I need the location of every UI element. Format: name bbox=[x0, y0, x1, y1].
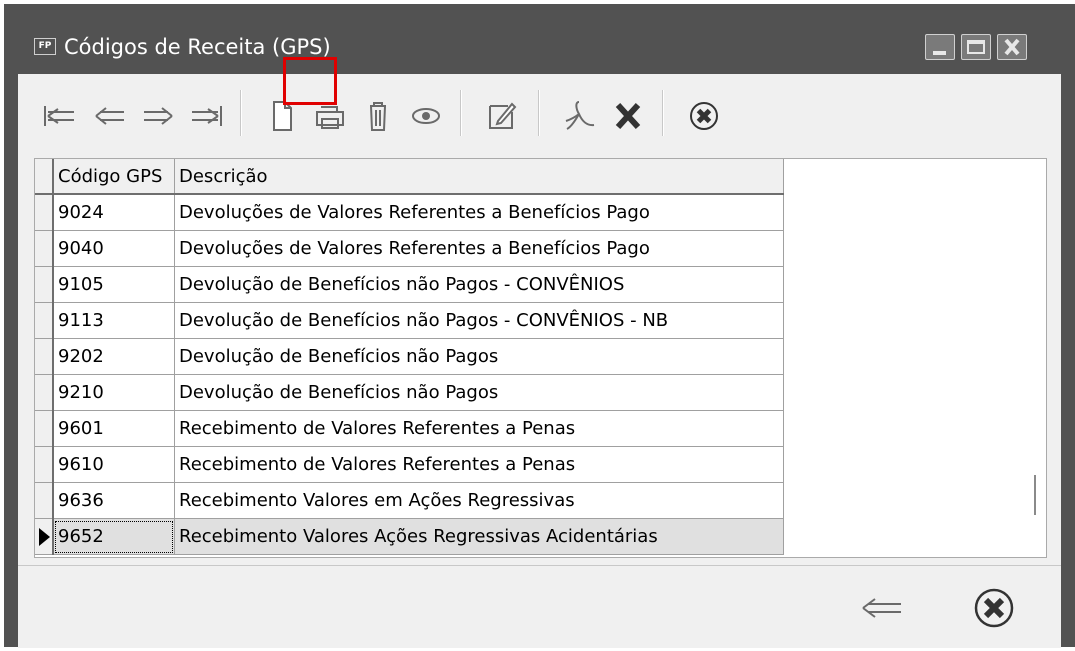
cell-code[interactable]: 9636 bbox=[53, 482, 175, 519]
edit-button[interactable] bbox=[480, 94, 524, 138]
first-record-icon bbox=[44, 106, 74, 126]
cell-description[interactable]: Devolução de Benefícios não Pagos - CONV… bbox=[174, 266, 784, 303]
pdf-icon bbox=[565, 101, 595, 130]
column-header-description[interactable]: Descrição bbox=[174, 159, 784, 195]
row-indicator[interactable] bbox=[35, 446, 54, 483]
toolbar-separator bbox=[662, 90, 664, 136]
print-icon bbox=[316, 106, 344, 129]
table-row[interactable]: 9610 Recebimento de Valores Referentes a … bbox=[35, 446, 784, 483]
toolbar bbox=[18, 74, 1061, 158]
close-circle-icon bbox=[974, 588, 1014, 628]
row-indicator[interactable] bbox=[35, 302, 54, 339]
bottom-bar bbox=[18, 565, 1061, 648]
cell-description[interactable]: Devolução de Benefícios não Pagos - CONV… bbox=[174, 302, 784, 339]
row-indicator[interactable] bbox=[35, 518, 54, 555]
cell-code[interactable]: 9210 bbox=[53, 374, 175, 411]
table-row[interactable]: 9652 Recebimento Valores Ações Regressiva… bbox=[35, 518, 784, 555]
row-indicator[interactable] bbox=[35, 410, 54, 447]
previous-record-icon bbox=[95, 107, 124, 125]
row-indicator[interactable] bbox=[35, 338, 54, 375]
table-row[interactable]: 9024 Devoluções de Valores Referentes a B… bbox=[35, 194, 784, 231]
table-row[interactable]: 9113 Devolução de Benefícios não Pagos - … bbox=[35, 302, 784, 339]
delete-button[interactable] bbox=[356, 94, 400, 138]
toolbar-separator bbox=[538, 90, 540, 136]
next-record-icon bbox=[144, 107, 173, 125]
edit-icon bbox=[489, 102, 517, 129]
data-grid[interactable]: Código GPS Descrição 9024 Devoluções de V… bbox=[34, 158, 1047, 558]
close-icon bbox=[1004, 38, 1020, 56]
cell-code[interactable]: 9652 bbox=[53, 518, 175, 555]
cell-description[interactable]: Recebimento Valores Ações Regressivas Ac… bbox=[174, 518, 784, 555]
cell-code[interactable]: 9040 bbox=[53, 230, 175, 267]
main-window: FP Códigos de Receita (GPS) Código GPS D… bbox=[4, 4, 1075, 648]
previous-record-button[interactable] bbox=[88, 94, 132, 138]
codes-table: Código GPS Descrição 9024 Devoluções de V… bbox=[35, 159, 784, 555]
row-indicator[interactable] bbox=[35, 482, 54, 519]
view-button[interactable] bbox=[404, 94, 448, 138]
cell-code[interactable]: 9202 bbox=[53, 338, 175, 375]
cell-code[interactable]: 9610 bbox=[53, 446, 175, 483]
excel-icon bbox=[615, 102, 641, 130]
next-record-button[interactable] bbox=[136, 94, 180, 138]
cell-description[interactable]: Devoluções de Valores Referentes a Benef… bbox=[174, 194, 784, 231]
close-dialog-button[interactable] bbox=[968, 582, 1020, 634]
highlight-box bbox=[283, 57, 337, 105]
table-row[interactable]: 9040 Devoluções de Valores Referentes a B… bbox=[35, 230, 784, 267]
cell-description[interactable]: Recebimento Valores em Ações Regressivas bbox=[174, 482, 784, 519]
cell-code[interactable]: 9024 bbox=[53, 194, 175, 231]
toolbar-separator bbox=[240, 90, 242, 136]
table-header-row: Código GPS Descrição bbox=[35, 159, 784, 195]
last-record-button[interactable] bbox=[184, 94, 228, 138]
cell-description[interactable]: Devolução de Benefícios não Pagos bbox=[174, 374, 784, 411]
vertical-scrollbar[interactable] bbox=[1034, 475, 1036, 515]
export-pdf-button[interactable] bbox=[558, 94, 602, 138]
maximize-icon bbox=[967, 40, 985, 54]
export-excel-button[interactable] bbox=[606, 94, 650, 138]
row-indicator[interactable] bbox=[35, 374, 54, 411]
cell-description[interactable]: Recebimento de Valores Referentes a Pena… bbox=[174, 410, 784, 447]
cell-description[interactable]: Devolução de Benefícios não Pagos bbox=[174, 338, 784, 375]
cell-code[interactable]: 9113 bbox=[53, 302, 175, 339]
last-record-icon bbox=[192, 106, 222, 126]
client-area: Código GPS Descrição 9024 Devoluções de V… bbox=[18, 74, 1061, 648]
cell-description[interactable]: Recebimento de Valores Referentes a Pena… bbox=[174, 446, 784, 483]
cell-description[interactable]: Devoluções de Valores Referentes a Benef… bbox=[174, 230, 784, 267]
close-toolbar-button[interactable] bbox=[682, 94, 726, 138]
row-indicator[interactable] bbox=[35, 266, 54, 303]
table-row[interactable]: 9636 Recebimento Valores em Ações Regress… bbox=[35, 482, 784, 519]
back-button[interactable] bbox=[856, 582, 908, 634]
cell-code[interactable]: 9601 bbox=[53, 410, 175, 447]
close-circle-icon bbox=[690, 102, 718, 130]
first-record-button[interactable] bbox=[38, 94, 82, 138]
current-row-arrow-icon bbox=[39, 528, 50, 546]
minimize-button[interactable] bbox=[925, 34, 955, 60]
minimize-icon bbox=[933, 51, 946, 55]
cell-code[interactable]: 9105 bbox=[53, 266, 175, 303]
back-arrow-icon bbox=[862, 598, 901, 618]
title-bar[interactable]: FP Códigos de Receita (GPS) bbox=[18, 24, 1065, 74]
row-indicator[interactable] bbox=[35, 194, 54, 231]
maximize-button[interactable] bbox=[961, 34, 991, 60]
table-row[interactable]: 9601 Recebimento de Valores Referentes a … bbox=[35, 410, 784, 447]
table-row[interactable]: 9202 Devolução de Benefícios não Pagos bbox=[35, 338, 784, 375]
row-indicator[interactable] bbox=[35, 230, 54, 267]
toolbar-separator bbox=[460, 90, 462, 136]
view-icon bbox=[412, 108, 440, 124]
app-icon: FP bbox=[34, 38, 56, 55]
delete-icon bbox=[370, 102, 386, 131]
table-row[interactable]: 9105 Devolução de Benefícios não Pagos - … bbox=[35, 266, 784, 303]
row-indicator-header bbox=[35, 159, 54, 195]
column-header-code[interactable]: Código GPS bbox=[53, 159, 175, 195]
table-row[interactable]: 9210 Devolução de Benefícios não Pagos bbox=[35, 374, 784, 411]
close-window-button[interactable] bbox=[997, 34, 1027, 60]
